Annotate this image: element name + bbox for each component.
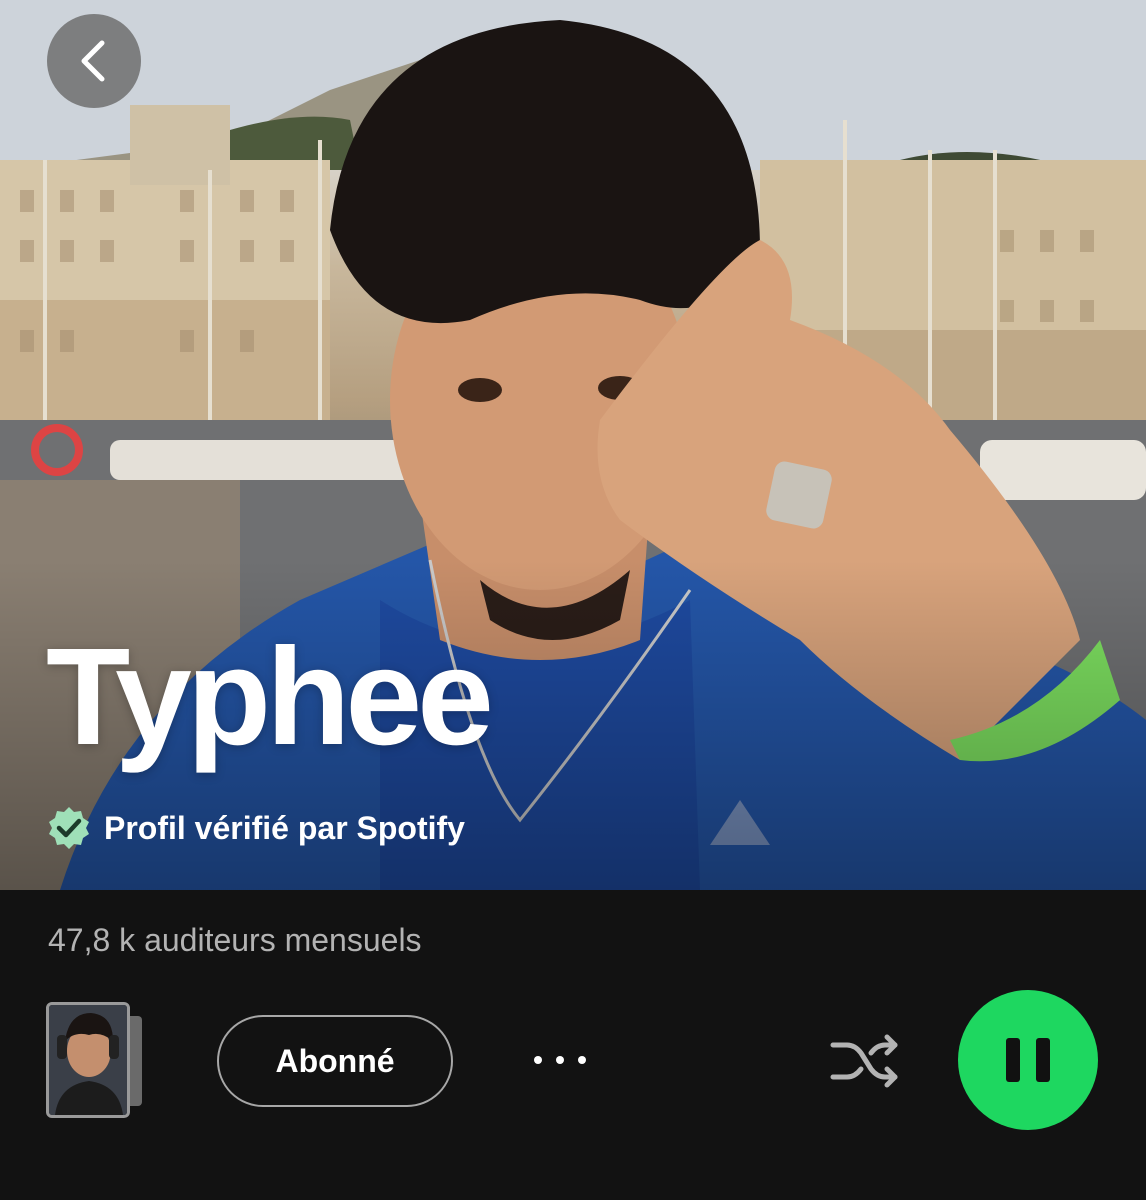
artist-header-image: Typhee Profil vérifié par Spotify bbox=[0, 0, 1146, 890]
more-options-icon[interactable] bbox=[520, 1035, 600, 1085]
verified-label: Profil vérifié par Spotify bbox=[104, 809, 465, 846]
more-dot bbox=[556, 1056, 564, 1064]
release-cover-image bbox=[49, 1005, 127, 1115]
release-cover-thumbnail[interactable] bbox=[46, 1002, 130, 1118]
more-dot bbox=[534, 1056, 542, 1064]
monthly-listeners: 47,8 k auditeurs mensuels bbox=[48, 922, 422, 958]
pause-icon bbox=[1006, 1038, 1050, 1082]
more-dot bbox=[578, 1056, 586, 1064]
cover-stack-edge bbox=[128, 1016, 142, 1106]
back-button[interactable] bbox=[47, 14, 141, 108]
artist-name: Typhee bbox=[46, 620, 494, 774]
follow-button[interactable]: Abonné bbox=[217, 1015, 453, 1107]
artist-controls: Abonné bbox=[0, 990, 1146, 1130]
pause-button[interactable] bbox=[958, 990, 1098, 1130]
shuffle-icon bbox=[830, 1034, 898, 1088]
verified-badge-icon bbox=[49, 807, 89, 849]
chevron-left-icon bbox=[81, 40, 105, 82]
shuffle-button[interactable] bbox=[826, 1026, 904, 1096]
verified-row: Profil vérifié par Spotify bbox=[46, 806, 465, 850]
